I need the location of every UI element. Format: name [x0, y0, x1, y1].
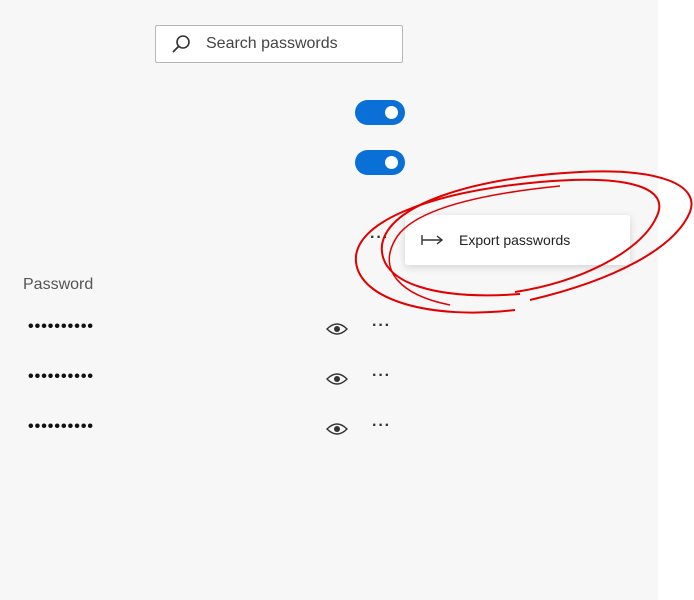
context-menu: Export passwords	[405, 215, 630, 265]
search-input[interactable]: Search passwords	[155, 25, 403, 63]
password-row: •••••••••• ···	[0, 368, 658, 392]
more-options-button[interactable]: ···	[370, 230, 389, 246]
password-value: ••••••••••	[28, 318, 95, 335]
row-more-button[interactable]: ···	[372, 368, 391, 384]
passwords-panel: Search passwords ··· Export passwords Pa…	[0, 0, 658, 600]
toggle-switch-2[interactable]	[355, 150, 405, 175]
password-row: •••••••••• ···	[0, 318, 658, 342]
password-value: ••••••••••	[28, 418, 95, 435]
password-column-header: Password	[23, 276, 94, 293]
export-icon	[421, 235, 444, 245]
row-more-button[interactable]: ···	[372, 418, 391, 434]
eye-icon[interactable]	[326, 322, 348, 336]
search-icon	[172, 35, 190, 53]
toggle-switch-1[interactable]	[355, 100, 405, 125]
export-passwords-menu-item[interactable]: Export passwords	[459, 232, 570, 248]
row-more-button[interactable]: ···	[372, 318, 391, 334]
search-placeholder: Search passwords	[206, 35, 338, 52]
password-row: •••••••••• ···	[0, 418, 658, 442]
eye-icon[interactable]	[326, 372, 348, 386]
eye-icon[interactable]	[326, 422, 348, 436]
password-value: ••••••••••	[28, 368, 95, 385]
